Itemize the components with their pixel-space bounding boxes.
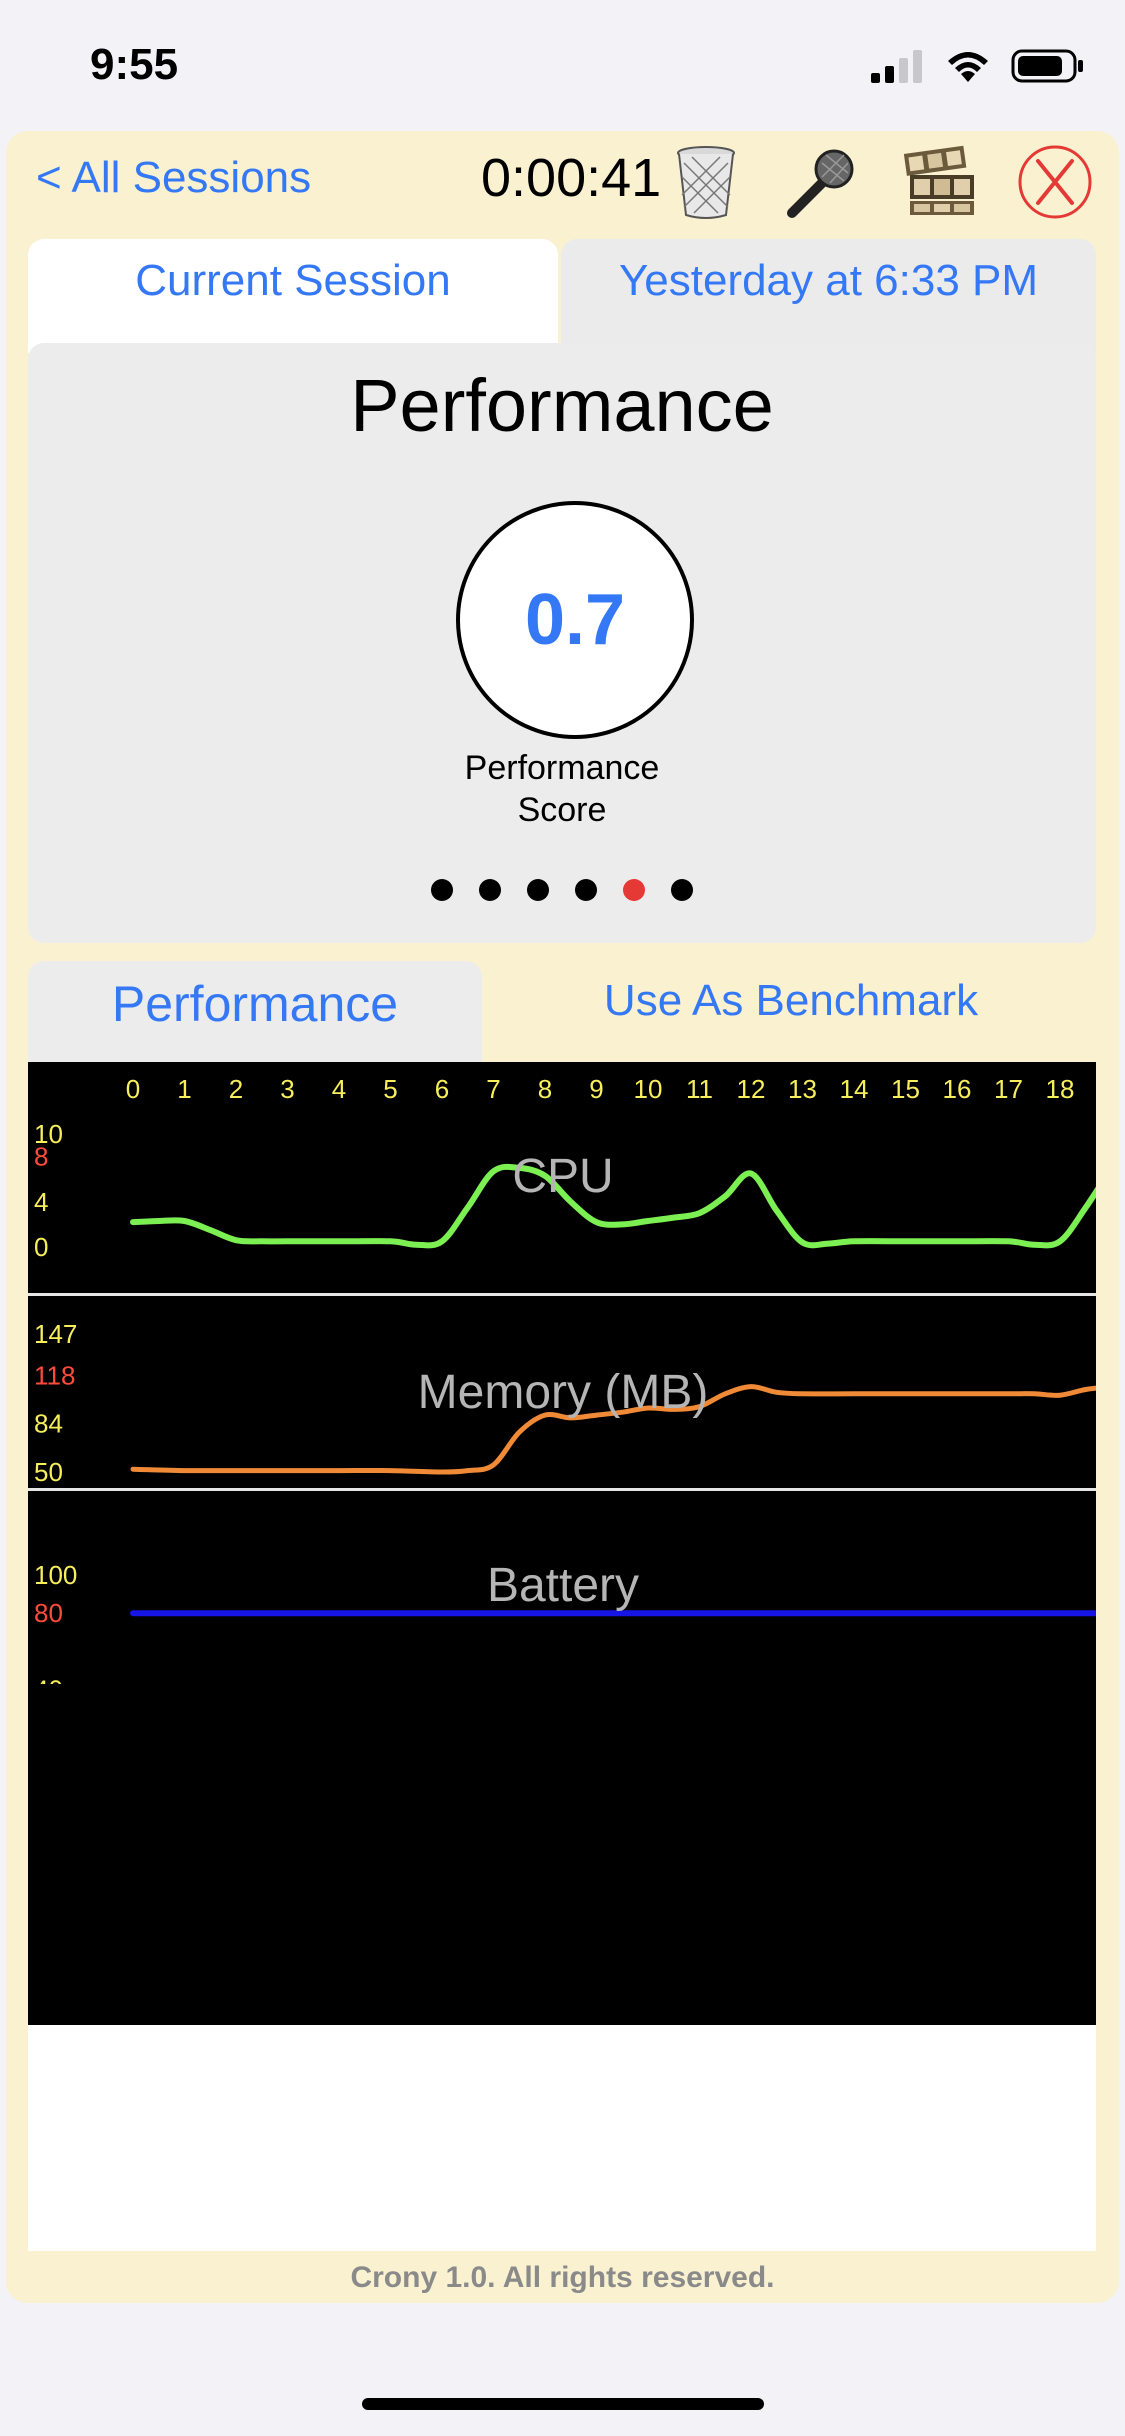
y-tick-label: 80 (34, 1598, 63, 1628)
memory-chart-title: Memory (MB) (418, 1366, 709, 1419)
battery-svg: 10080400Battery (34, 1559, 1096, 1684)
battery-icon (1011, 49, 1083, 83)
x-tick-label: 16 (943, 1074, 972, 1104)
score-label-line2: Score (517, 791, 607, 829)
close-icon[interactable] (1016, 143, 1094, 221)
x-tick-label: 7 (486, 1074, 500, 1104)
memory-chart: 147 118 84 50 Memory (MB) (28, 1296, 1096, 1488)
microphone-icon[interactable] (782, 141, 862, 221)
x-tick-label: 9 (589, 1074, 603, 1104)
signal-icon (871, 50, 922, 83)
page-dot[interactable] (527, 879, 549, 901)
page-dot[interactable] (575, 879, 597, 901)
home-indicator[interactable] (362, 2398, 764, 2410)
session-timer: 0:00:41 (481, 148, 662, 208)
x-tick-label: 15 (891, 1074, 920, 1104)
performance-card: Performance 0.7 Performance Score (28, 343, 1096, 943)
x-tick-label: 13 (788, 1074, 817, 1104)
x-tick-label: 10 (634, 1074, 663, 1104)
y-tick-label: 100 (34, 1560, 77, 1590)
battery-chart-title: Battery (487, 1559, 639, 1612)
battery-chart: 10080400Battery (28, 1491, 1096, 1684)
tab-yesterday[interactable]: Yesterday at 6:33 PM (561, 239, 1096, 353)
status-icons (871, 48, 1085, 84)
y-tick-label: 147 (34, 1319, 77, 1349)
charts-area: 0123456789101112131415161718110840CPU 14… (28, 1062, 1096, 2025)
status-time: 9:55 (90, 40, 179, 89)
x-tick-label: 4 (332, 1074, 346, 1104)
page-dot[interactable] (671, 879, 693, 901)
performance-score-circle: 0.7 (456, 501, 694, 739)
all-sessions-back-button[interactable]: < All Sessions (36, 153, 311, 203)
page-dot[interactable] (479, 879, 501, 901)
trash-icon[interactable] (666, 141, 746, 221)
tab-current-session[interactable]: Current Session (28, 239, 558, 353)
wifi-icon (948, 52, 988, 82)
cpu-series-line (130, 1163, 1096, 1249)
memory-svg: 147 118 84 50 Memory (MB) (34, 1319, 1096, 1487)
x-tick-label: 18 (1046, 1074, 1075, 1104)
x-tick-label: 2 (229, 1074, 243, 1104)
x-tick-label: 3 (280, 1074, 294, 1104)
performance-score-value: 0.7 (524, 580, 626, 660)
x-tick-label: 14 (840, 1074, 869, 1104)
y-tick-label: 4 (34, 1187, 48, 1217)
status-bar: 9:55 (0, 0, 1125, 130)
app-frame: < All Sessions 0:00:41 Current Session Y… (6, 131, 1119, 2303)
x-tick-label: 12 (737, 1074, 766, 1104)
page-indicator[interactable] (28, 879, 1096, 901)
performance-title: Performance (350, 364, 774, 447)
x-tick-label: 0 (126, 1074, 140, 1104)
cpu-svg: 0123456789101112131415161718110840CPU (34, 1074, 1096, 1262)
empty-content-area (28, 2025, 1096, 2251)
page-dot[interactable] (623, 879, 645, 901)
tab-performance[interactable]: Performance (28, 961, 482, 1077)
score-label-line1: Performance (464, 749, 660, 787)
page-dot[interactable] (431, 879, 453, 901)
cpu-chart: 0123456789101112131415161718110840CPU (28, 1062, 1096, 1293)
nav-bar: < All Sessions 0:00:41 (6, 131, 1119, 231)
film-icon[interactable] (902, 141, 982, 221)
y-tick-label: 50 (34, 1457, 63, 1487)
x-tick-label: 17 (994, 1074, 1023, 1104)
y-tick-label: 118 (34, 1360, 75, 1390)
x-tick-label: 5 (383, 1074, 397, 1104)
use-as-benchmark-button[interactable]: Use As Benchmark (486, 961, 1096, 1077)
y-tick-label: 40 (34, 1675, 63, 1684)
performance-score-label: Performance Score (28, 747, 1096, 831)
y-tick-label: 8 (34, 1142, 48, 1172)
y-tick-label: 0 (34, 1232, 48, 1262)
y-tick-label: 84 (34, 1409, 63, 1439)
footer-copyright: Crony 1.0. All rights reserved. (350, 2261, 775, 2294)
x-tick-label: 6 (435, 1074, 449, 1104)
x-tick-label: 11 (686, 1074, 713, 1104)
x-tick-label: 1 (177, 1074, 191, 1104)
x-tick-label: 8 (538, 1074, 552, 1104)
cpu-chart-title: CPU (512, 1150, 613, 1203)
